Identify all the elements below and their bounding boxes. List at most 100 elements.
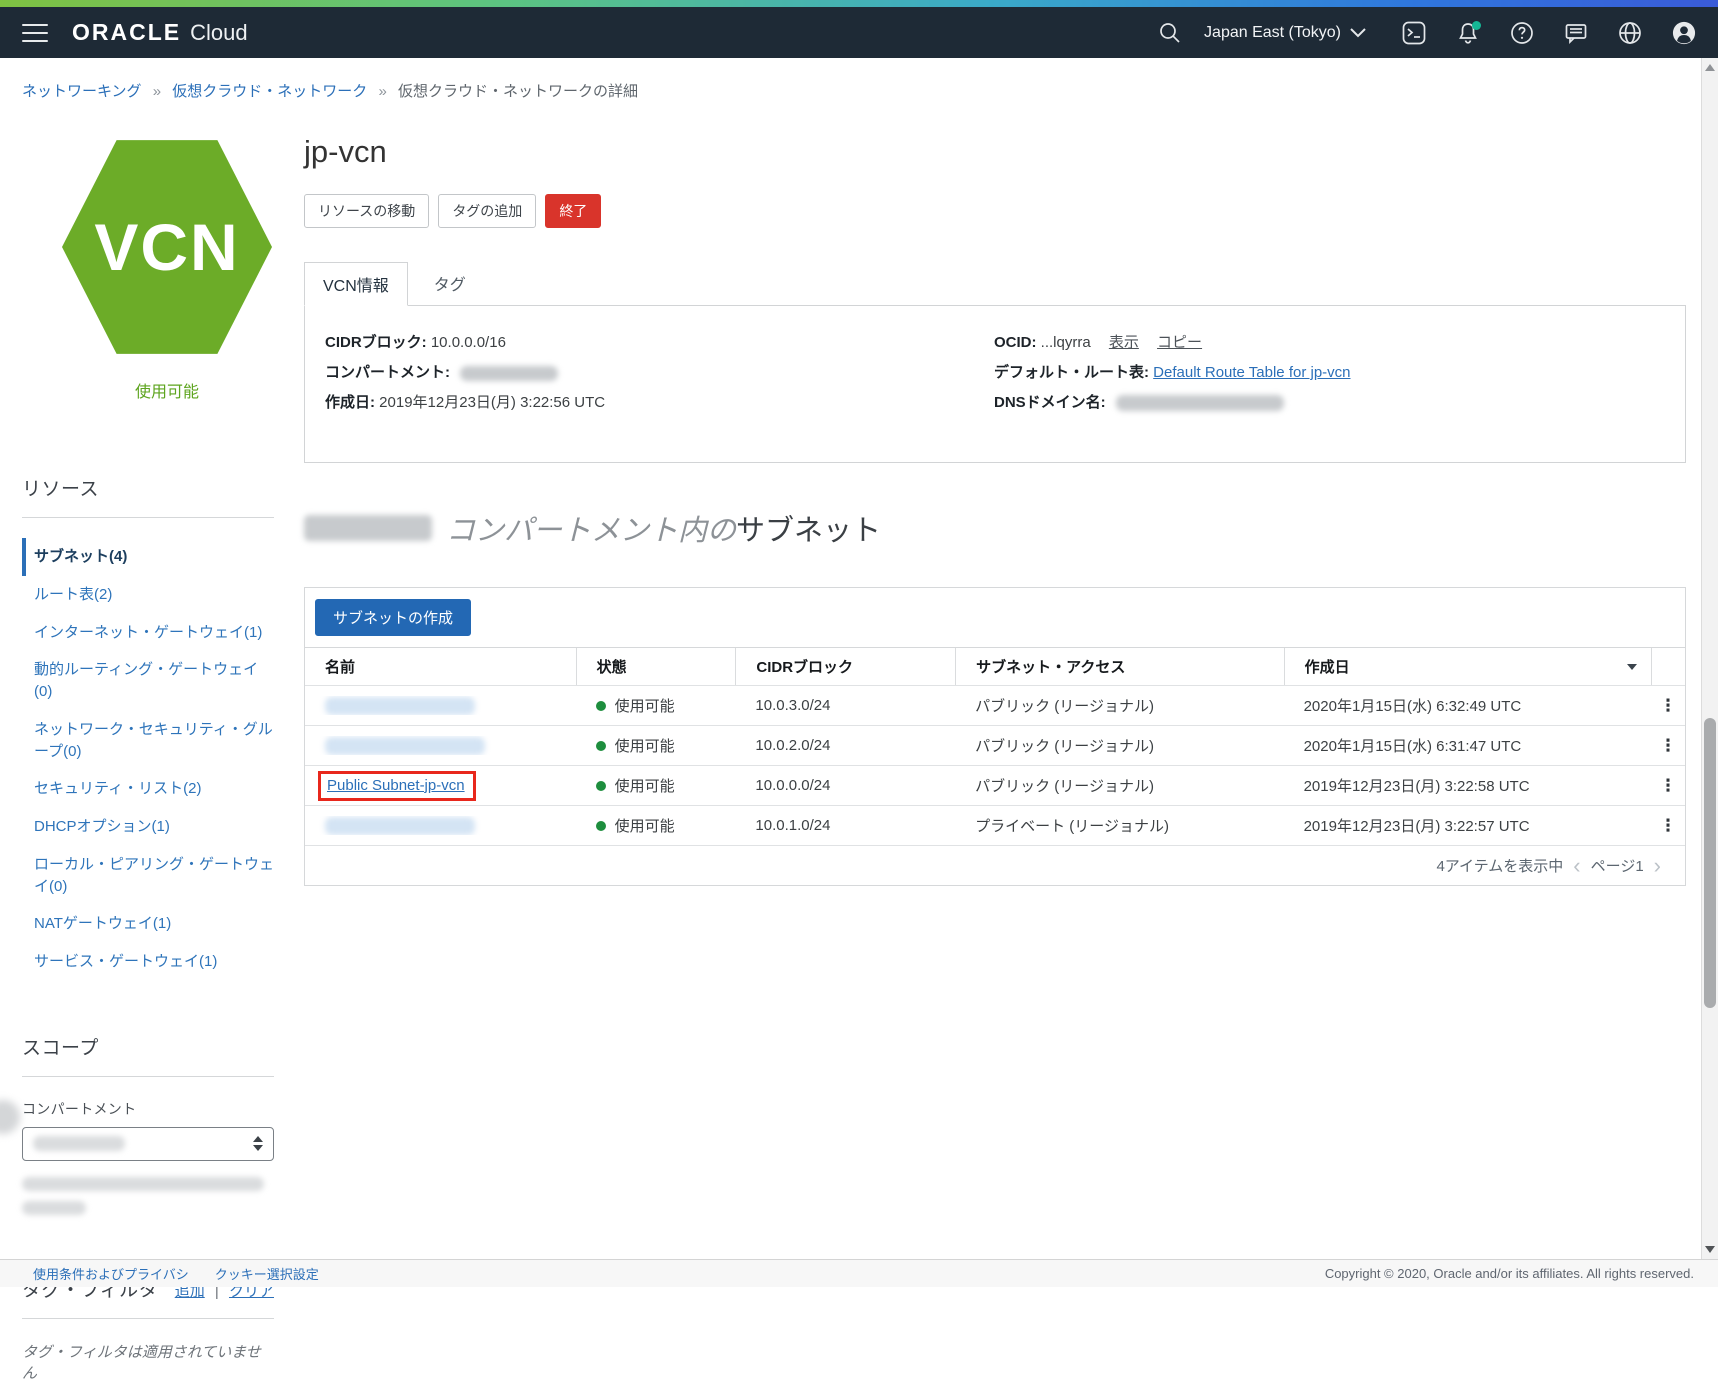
topbar: ORACLE Cloud Japan East (Tokyo) [0,7,1718,58]
redacted-compartment-value [33,1136,125,1151]
breadcrumb-separator: » [378,83,386,100]
sidebar-item-route-tables[interactable]: ルート表(2) [22,576,274,614]
left-column: VCN 使用可能 リソース サブネット(4) ルート表(2) インターネット・ゲ… [22,101,284,1383]
cidr-block-value: 10.0.0.0/16 [431,334,506,351]
cidr-block-row: CIDRブロック: 10.0.0.0/16 [325,332,605,354]
table-row: 使用可能 10.0.1.0/24 プライベート (リージョナル) 2019年12… [305,805,1685,845]
tag-filter-section: タグ・フィルタ 追加 | クリア タグ・フィルタは適用されていません [22,1275,284,1383]
vertical-scrollbar[interactable] [1701,58,1718,1259]
page-title: jp-vcn [304,134,1686,170]
language-globe-icon[interactable] [1618,21,1642,45]
resources-section: リソース サブネット(4) ルート表(2) インターネット・ゲートウェイ(1) … [22,474,284,981]
topbar-right-controls: Japan East (Tokyo) [1158,21,1696,45]
created-row: 作成日: 2019年12月23日(月) 3:22:56 UTC [325,392,605,414]
redacted-compartment-name [304,515,432,541]
sidebar-item-dynamic-routing-gateways[interactable]: 動的ルーティング・ゲートウェイ(0) [22,651,274,711]
breadcrumb: ネットワーキング » 仮想クラウド・ネットワーク » 仮想クラウド・ネットワーク… [0,58,1718,101]
user-avatar-icon[interactable] [1672,21,1696,45]
vcn-info-panel: CIDRブロック: 10.0.0.0/16 コンパートメント: 作成日: 201… [304,305,1686,463]
breadcrumb-separator: » [153,83,161,100]
terminate-button[interactable]: 終了 [545,194,601,228]
row-actions-kebab-icon[interactable]: ⋮ [1660,777,1677,795]
ocid-show-link[interactable]: 表示 [1109,334,1139,351]
subnets-table-header: 名前 状態 CIDRブロック サブネット・アクセス 作成日 [305,647,1685,685]
vcn-status-text: 使用可能 [62,378,272,402]
default-route-table-row: デフォルト・ルート表: Default Route Table for jp-v… [994,362,1351,384]
redacted-dns-domain [1116,395,1284,411]
scope-section: スコープ コンパートメント [22,1033,284,1215]
row-actions-kebab-icon[interactable]: ⋮ [1660,817,1677,835]
entity-action-buttons: リソースの移動 タグの追加 終了 [304,194,1686,228]
ocid-copy-link[interactable]: コピー [1157,334,1202,351]
breadcrumb-vcn-list-link[interactable]: 仮想クラウド・ネットワーク [172,83,367,100]
scope-heading: スコープ [22,1033,274,1060]
compartment-select[interactable] [22,1127,274,1161]
brand-gradient-strip [0,0,1718,7]
default-route-table-link[interactable]: Default Route Table for jp-vcn [1153,364,1350,381]
sidebar-item-nat-gateways[interactable]: NATゲートウェイ(1) [22,905,274,943]
compartment-label: コンパートメント [22,1099,274,1119]
scrollbar-thumb[interactable] [1704,718,1716,1008]
detail-tabs: VCN情報 タグ [304,262,1686,305]
sidebar-item-service-gateways[interactable]: サービス・ゲートウェイ(1) [22,943,274,981]
status-dot [596,701,606,711]
pagination-next-icon[interactable]: › [1654,855,1661,877]
redacted-subnet-name [325,817,475,835]
vcn-entity-badge: VCN 使用可能 [62,138,272,402]
redacted-subnet-name [325,697,475,715]
status-dot [596,781,606,791]
tab-tags[interactable]: タグ [408,262,492,305]
divider [22,1076,274,1077]
table-row-highlighted: Public Subnet-jp-vcn 使用可能 10.0.0.0/24 パブ… [305,765,1685,805]
create-subnet-button[interactable]: サブネットの作成 [315,599,471,636]
right-column: jp-vcn リソースの移動 タグの追加 終了 VCN情報 タグ CIDRブロッ… [284,101,1701,1383]
cloud-shell-icon[interactable] [1402,21,1426,45]
divider [22,1318,274,1319]
subnets-section-heading: コンパートメント内のサブネット [304,507,1686,549]
breadcrumb-networking-link[interactable]: ネットワーキング [22,83,142,100]
scrollbar-down-arrow[interactable] [1705,1246,1715,1253]
redacted-text-line [22,1177,264,1191]
resources-heading: リソース [22,474,274,501]
announcements-icon[interactable] [1564,21,1588,45]
page-footer: 使用条件およびプライバシ クッキー選択設定 Copyright © 2020, … [0,1259,1718,1287]
chevron-down-icon [1350,28,1366,38]
logo-cloud-text: Cloud [190,20,247,46]
hamburger-menu-icon[interactable] [22,24,48,42]
select-updown-icon [253,1136,263,1151]
divider [22,517,274,518]
redacted-text-line [22,1201,86,1215]
scrollbar-up-arrow[interactable] [1705,64,1715,71]
row-actions-kebab-icon[interactable]: ⋮ [1660,737,1677,755]
sidebar-item-dhcp-options[interactable]: DHCPオプション(1) [22,808,274,846]
vcn-hexagon-label: VCN [94,209,239,285]
column-header-access: サブネット・アクセス [955,648,1284,685]
ocid-value: ...lqyrra [1041,334,1091,351]
tag-filter-empty-text: タグ・フィルタは適用されていません [22,1341,274,1383]
help-icon[interactable] [1510,21,1534,45]
oracle-cloud-logo: ORACLE Cloud [72,19,248,46]
tab-vcn-info[interactable]: VCN情報 [304,262,408,306]
table-pagination: 4アイテムを表示中 ‹ ページ1 › [305,845,1685,885]
status-dot [596,821,606,831]
sidebar-item-security-lists[interactable]: セキュリティ・リスト(2) [22,770,274,808]
sidebar-item-local-peering-gateways[interactable]: ローカル・ピアリング・ゲートウェイ(0) [22,846,274,906]
sort-descending-icon [1627,664,1637,670]
status-dot [596,741,606,751]
column-header-state: 状態 [576,648,736,685]
sidebar-item-internet-gateways[interactable]: インターネット・ゲートウェイ(1) [22,614,274,652]
notifications-bell-icon[interactable] [1456,21,1480,45]
terms-privacy-link[interactable]: 使用条件およびプライバシ [33,1264,189,1283]
search-icon[interactable] [1158,21,1182,45]
pagination-prev-icon[interactable]: ‹ [1573,855,1580,877]
compartment-row: コンパートメント: [325,362,605,384]
add-tags-button[interactable]: タグの追加 [438,194,536,228]
cookie-preferences-link[interactable]: クッキー選択設定 [215,1264,319,1283]
move-resource-button[interactable]: リソースの移動 [304,194,429,228]
sidebar-item-subnets[interactable]: サブネット(4) [22,538,274,576]
subnet-link-public-subnet-jp-vcn[interactable]: Public Subnet-jp-vcn [327,777,465,794]
column-header-created[interactable]: 作成日 [1284,648,1651,685]
row-actions-kebab-icon[interactable]: ⋮ [1660,697,1677,715]
region-selector[interactable]: Japan East (Tokyo) [1204,24,1366,42]
sidebar-item-network-security-groups[interactable]: ネットワーク・セキュリティ・グループ(0) [22,711,274,771]
